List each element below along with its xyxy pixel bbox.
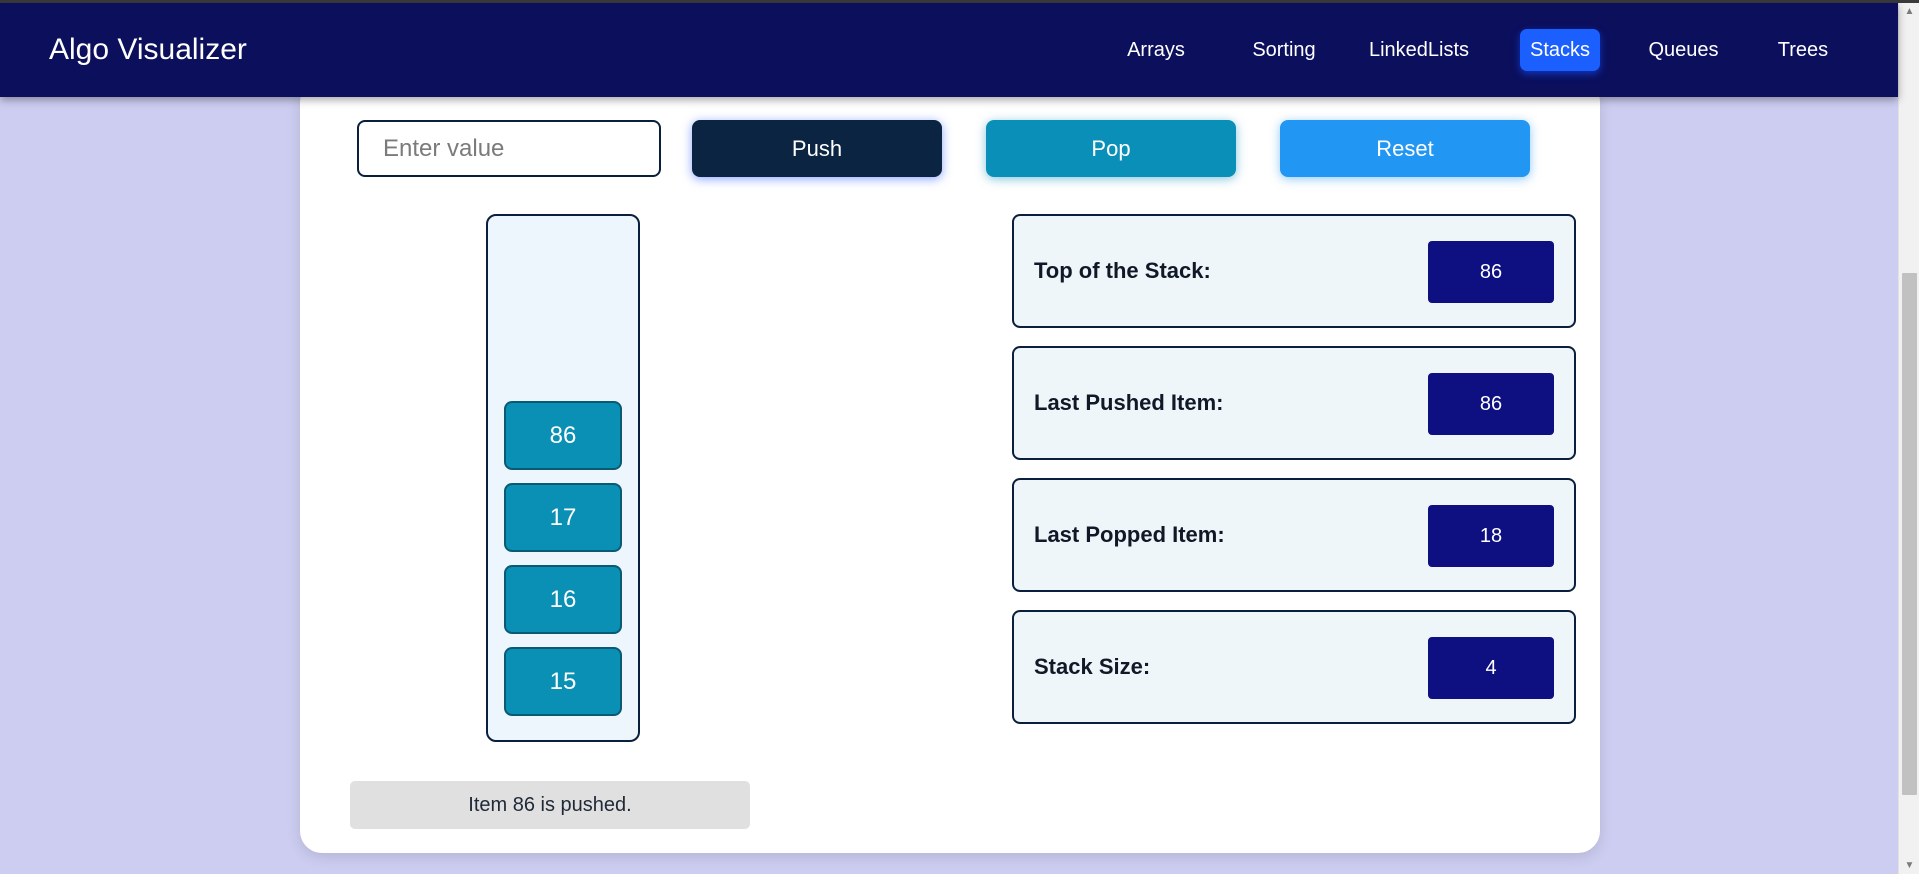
nav-link-sorting[interactable]: Sorting bbox=[1235, 29, 1333, 71]
stack-visualizer-card: Push Pop Reset 86 17 16 15 Top of the St… bbox=[300, 80, 1600, 853]
stack-container: 86 17 16 15 bbox=[486, 214, 640, 742]
info-panel-stack-size: Stack Size: 4 bbox=[1012, 610, 1576, 724]
info-label-last-pushed: Last Pushed Item: bbox=[1034, 390, 1224, 415]
info-panel-last-pushed: Last Pushed Item: 86 bbox=[1012, 346, 1576, 460]
nav-link-arrays[interactable]: Arrays bbox=[1114, 29, 1198, 71]
stack-item: 16 bbox=[504, 565, 622, 634]
nav-link-queues[interactable]: Queues bbox=[1638, 29, 1729, 71]
scrollbar-thumb[interactable] bbox=[1902, 273, 1917, 795]
info-value-last-popped: 18 bbox=[1428, 505, 1554, 567]
info-value-last-pushed: 86 bbox=[1428, 373, 1554, 435]
info-value-top: 86 bbox=[1428, 241, 1554, 303]
scroll-down-arrow-icon[interactable]: ▼ bbox=[1899, 857, 1919, 874]
nav-link-trees[interactable]: Trees bbox=[1768, 29, 1838, 71]
stack-item: 17 bbox=[504, 483, 622, 552]
status-message: Item 86 is pushed. bbox=[350, 781, 750, 829]
info-panel-last-popped: Last Popped Item: 18 bbox=[1012, 478, 1576, 592]
value-input[interactable] bbox=[357, 120, 661, 177]
info-panel-top: Top of the Stack: 86 bbox=[1012, 214, 1576, 328]
pop-button[interactable]: Pop bbox=[986, 120, 1236, 177]
nav-links: Arrays Sorting LinkedLists Stacks Queues… bbox=[0, 29, 1898, 71]
vertical-scrollbar[interactable]: ▲ ▼ bbox=[1898, 3, 1919, 874]
info-label-last-popped: Last Popped Item: bbox=[1034, 522, 1225, 547]
scroll-up-arrow-icon[interactable]: ▲ bbox=[1899, 3, 1919, 20]
nav-link-linkedlists[interactable]: LinkedLists bbox=[1361, 29, 1477, 71]
reset-button[interactable]: Reset bbox=[1280, 120, 1530, 177]
nav-link-stacks[interactable]: Stacks bbox=[1520, 29, 1600, 71]
info-label-stack-size: Stack Size: bbox=[1034, 654, 1151, 679]
stack-item: 86 bbox=[504, 401, 622, 470]
stack-item: 15 bbox=[504, 647, 622, 716]
navbar: Algo Visualizer Arrays Sorting LinkedLis… bbox=[0, 3, 1898, 97]
info-label-top: Top of the Stack: bbox=[1034, 258, 1211, 283]
info-value-stack-size: 4 bbox=[1428, 637, 1554, 699]
push-button[interactable]: Push bbox=[692, 120, 942, 177]
